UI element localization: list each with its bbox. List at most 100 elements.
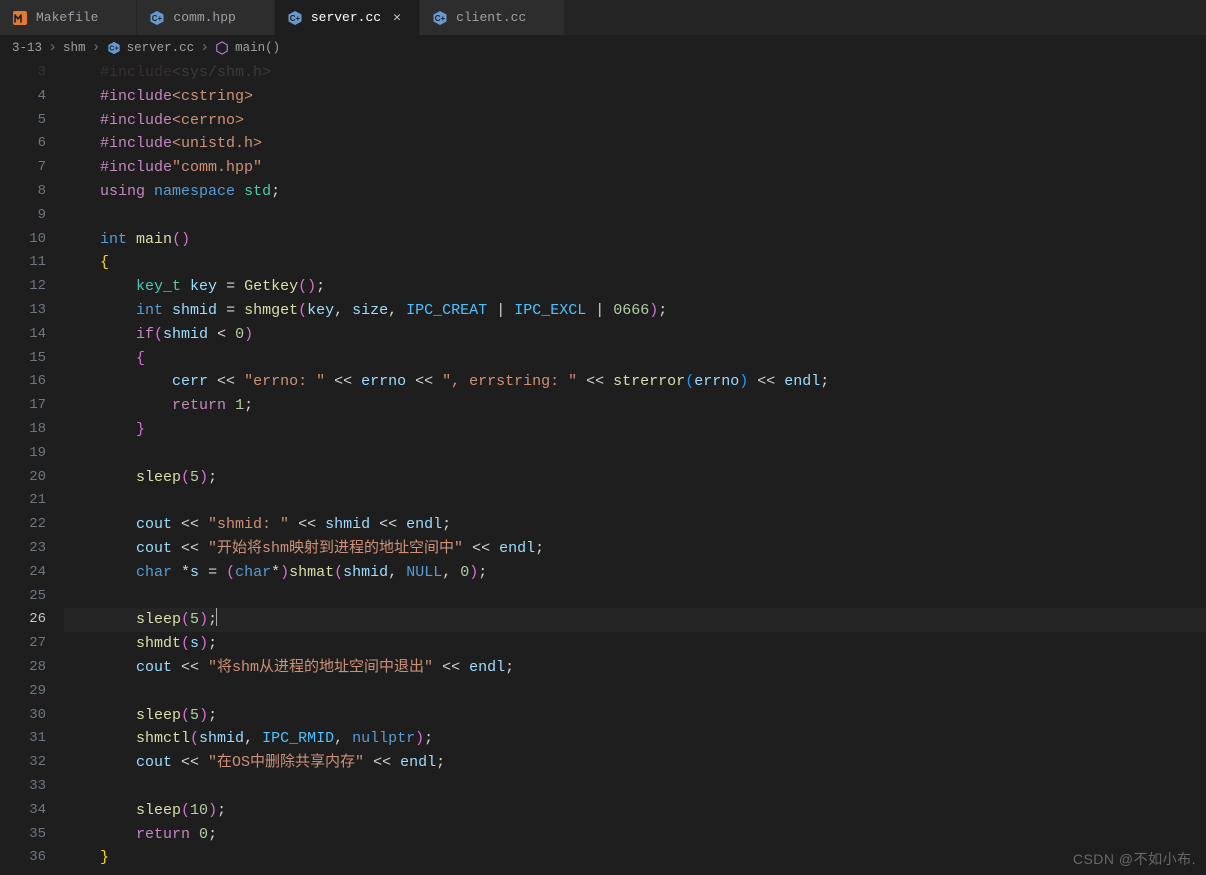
line-number: 35 bbox=[0, 823, 46, 847]
code-line[interactable]: } bbox=[64, 418, 1206, 442]
tab-label: server.cc bbox=[311, 10, 381, 25]
code-line[interactable]: char *s = (char*)shmat(shmid, NULL, 0); bbox=[64, 561, 1206, 585]
line-number: 7 bbox=[0, 156, 46, 180]
line-number: 14 bbox=[0, 323, 46, 347]
line-number-gutter: 3456789101112131415161718192021222324252… bbox=[0, 60, 64, 875]
breadcrumb-segment[interactable]: shm bbox=[63, 41, 86, 55]
code-line[interactable]: int main() bbox=[64, 228, 1206, 252]
line-number: 18 bbox=[0, 418, 46, 442]
breadcrumb-symbol[interactable]: main() bbox=[235, 41, 280, 55]
code-line[interactable]: #include<unistd.h> bbox=[64, 132, 1206, 156]
line-number: 24 bbox=[0, 561, 46, 585]
code-line[interactable]: cout << "开始将shm映射到进程的地址空间中" << endl; bbox=[64, 537, 1206, 561]
text-cursor bbox=[216, 608, 217, 626]
chevron-right-icon: › bbox=[90, 40, 103, 55]
line-number: 26 bbox=[0, 608, 46, 632]
chevron-right-icon: › bbox=[46, 40, 59, 55]
code-line[interactable] bbox=[64, 680, 1206, 704]
line-number: 11 bbox=[0, 251, 46, 275]
line-number: 30 bbox=[0, 704, 46, 728]
line-number: 27 bbox=[0, 632, 46, 656]
tab-client-cc[interactable]: C+ client.cc ✕ bbox=[420, 0, 565, 35]
line-number: 23 bbox=[0, 537, 46, 561]
line-number: 32 bbox=[0, 751, 46, 775]
close-icon[interactable]: ✕ bbox=[389, 10, 405, 26]
line-number: 10 bbox=[0, 228, 46, 252]
code-line[interactable]: sleep(5); bbox=[64, 704, 1206, 728]
line-number: 12 bbox=[0, 275, 46, 299]
code-line[interactable]: shmdt(s); bbox=[64, 632, 1206, 656]
code-line[interactable]: using namespace std; bbox=[64, 180, 1206, 204]
code-line[interactable]: } bbox=[64, 846, 1206, 870]
code-line[interactable] bbox=[64, 775, 1206, 799]
code-line[interactable]: int shmid = shmget(key, size, IPC_CREAT … bbox=[64, 299, 1206, 323]
tab-server-cc[interactable]: C+ server.cc ✕ bbox=[275, 0, 420, 35]
svg-text:C+: C+ bbox=[152, 14, 163, 23]
line-number: 4 bbox=[0, 85, 46, 109]
svg-text:C+: C+ bbox=[290, 14, 301, 23]
chevron-right-icon: › bbox=[198, 40, 211, 55]
tab-label: Makefile bbox=[36, 10, 98, 25]
line-number: 20 bbox=[0, 466, 46, 490]
code-line[interactable] bbox=[64, 489, 1206, 513]
cpp-icon: C+ bbox=[287, 10, 303, 26]
code-line[interactable]: cout << "shmid: " << shmid << endl; bbox=[64, 513, 1206, 537]
line-number: 15 bbox=[0, 347, 46, 371]
line-number: 16 bbox=[0, 370, 46, 394]
code-line[interactable] bbox=[64, 585, 1206, 609]
code-line[interactable]: sleep(5); bbox=[64, 466, 1206, 490]
tab-comm-hpp[interactable]: C+ comm.hpp ✕ bbox=[137, 0, 274, 35]
cpp-icon: C+ bbox=[107, 41, 123, 55]
code-line[interactable]: { bbox=[64, 251, 1206, 275]
symbol-method-icon bbox=[215, 41, 231, 55]
line-number: 5 bbox=[0, 109, 46, 133]
code-content[interactable]: #include<sys/shm.h> #include<cstring> #i… bbox=[64, 60, 1206, 875]
code-editor[interactable]: 3456789101112131415161718192021222324252… bbox=[0, 60, 1206, 875]
line-number: 17 bbox=[0, 394, 46, 418]
cpp-icon: C+ bbox=[149, 10, 165, 26]
code-line[interactable] bbox=[64, 442, 1206, 466]
svg-text:C+: C+ bbox=[109, 45, 118, 52]
line-number: 34 bbox=[0, 799, 46, 823]
tab-bar: Makefile ✕ C+ comm.hpp ✕ C+ server.cc ✕ … bbox=[0, 0, 1206, 36]
code-line[interactable]: if(shmid < 0) bbox=[64, 323, 1206, 347]
line-number: 28 bbox=[0, 656, 46, 680]
line-number: 6 bbox=[0, 132, 46, 156]
code-line[interactable]: { bbox=[64, 347, 1206, 371]
code-line[interactable]: sleep(10); bbox=[64, 799, 1206, 823]
code-line[interactable]: #include<cstring> bbox=[64, 85, 1206, 109]
code-line[interactable]: key_t key = Getkey(); bbox=[64, 275, 1206, 299]
line-number: 9 bbox=[0, 204, 46, 228]
code-line[interactable]: #include"comm.hpp" bbox=[64, 156, 1206, 180]
code-line[interactable]: cout << "在OS中删除共享内存" << endl; bbox=[64, 751, 1206, 775]
code-line[interactable]: #include<sys/shm.h> bbox=[64, 61, 1206, 85]
tab-label: client.cc bbox=[456, 10, 526, 25]
makefile-icon bbox=[12, 10, 28, 26]
watermark: CSDN @不如小布. bbox=[1073, 849, 1196, 869]
line-number: 31 bbox=[0, 727, 46, 751]
line-number: 8 bbox=[0, 180, 46, 204]
tab-makefile[interactable]: Makefile ✕ bbox=[0, 0, 137, 35]
line-number: 19 bbox=[0, 442, 46, 466]
cpp-icon: C+ bbox=[432, 10, 448, 26]
breadcrumb[interactable]: 3-13 › shm › C+ server.cc › main() bbox=[0, 36, 1206, 60]
line-number: 22 bbox=[0, 513, 46, 537]
code-line[interactable] bbox=[64, 204, 1206, 228]
line-number: 13 bbox=[0, 299, 46, 323]
tab-label: comm.hpp bbox=[173, 10, 235, 25]
line-number: 29 bbox=[0, 680, 46, 704]
code-line[interactable]: return 1; bbox=[64, 394, 1206, 418]
breadcrumb-file[interactable]: server.cc bbox=[127, 41, 195, 55]
code-line[interactable]: cout << "将shm从进程的地址空间中退出" << endl; bbox=[64, 656, 1206, 680]
code-line[interactable]: shmctl(shmid, IPC_RMID, nullptr); bbox=[64, 727, 1206, 751]
breadcrumb-segment[interactable]: 3-13 bbox=[12, 41, 42, 55]
line-number: 25 bbox=[0, 585, 46, 609]
code-line[interactable]: #include<cerrno> bbox=[64, 109, 1206, 133]
svg-text:C+: C+ bbox=[435, 14, 446, 23]
line-number: 33 bbox=[0, 775, 46, 799]
line-number: 21 bbox=[0, 489, 46, 513]
code-line[interactable]: return 0; bbox=[64, 823, 1206, 847]
code-line[interactable]: cerr << "errno: " << errno << ", errstri… bbox=[64, 370, 1206, 394]
line-number: 36 bbox=[0, 846, 46, 870]
code-line[interactable]: sleep(5); bbox=[64, 608, 1206, 632]
